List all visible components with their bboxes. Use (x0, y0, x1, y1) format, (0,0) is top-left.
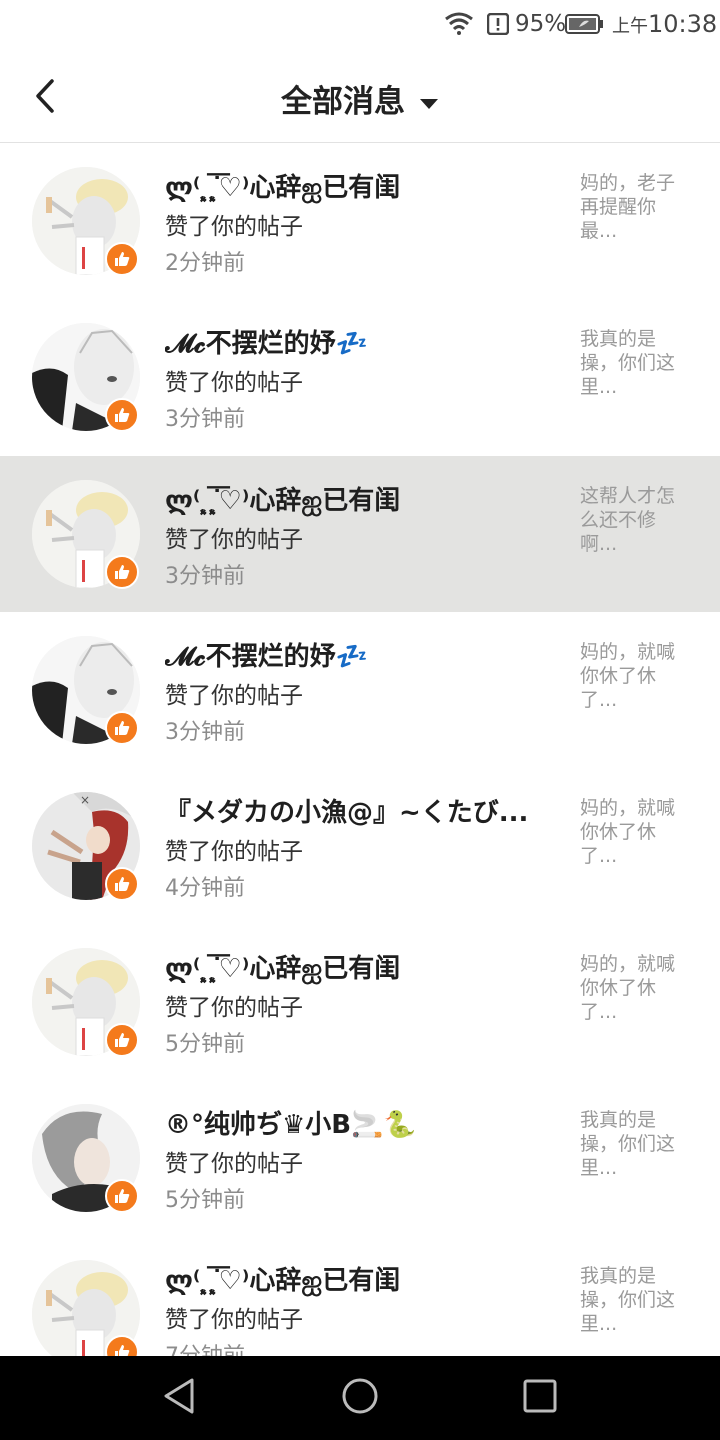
like-badge (105, 1179, 139, 1213)
alert-icon (487, 13, 509, 35)
battery-icon (565, 14, 603, 34)
svg-text:×: × (80, 793, 90, 807)
notification-row[interactable]: ლ⁽ ̨͓ ̨͓͘͞♡⁾心辞ஐ已有闺 赞了你的帖子 2分钟前 妈的，老子再提醒你… (0, 143, 720, 299)
notification-row[interactable]: 𝓜𝓬不摆烂的妤💤 赞了你的帖子 3分钟前 妈的，就喊你休了休了... (0, 612, 720, 768)
like-badge (105, 1023, 139, 1057)
header: 全部消息 (0, 50, 720, 143)
notification-list[interactable]: ლ⁽ ̨͓ ̨͓͘͞♡⁾心辞ஐ已有闺 赞了你的帖子 2分钟前 妈的，老子再提醒你… (0, 143, 720, 1356)
sender-name[interactable]: ლ⁽ ̨͓ ̨͓͘͞♡⁾心辞ஐ已有闺 (165, 167, 400, 206)
thumbs-up-icon (115, 721, 130, 735)
home-circle-icon[interactable] (340, 1376, 380, 1416)
sender-name[interactable]: ლ⁽ ̨͓ ̨͓͘͞♡⁾心辞ஐ已有闺 (165, 1260, 400, 1299)
like-badge (105, 242, 139, 276)
action-text: 赞了你的帖子 (165, 683, 303, 709)
timestamp: 4分钟前 (165, 876, 245, 901)
post-preview[interactable]: 我真的是操，你们这里... (580, 1108, 690, 1180)
sender-name[interactable]: ლ⁽ ̨͓ ̨͓͘͞♡⁾心辞ஐ已有闺 (165, 480, 400, 519)
sender-name[interactable]: 『メダカの小漁@』~くたび... (165, 792, 528, 829)
action-text: 赞了你的帖子 (165, 839, 303, 865)
like-badge (105, 555, 139, 589)
action-text: 赞了你的帖子 (165, 370, 303, 396)
sender-name[interactable]: 𝓜𝓬不摆烂的妤💤 (165, 636, 368, 673)
post-preview[interactable]: 我真的是操，你们这里... (580, 1264, 690, 1336)
battery-percent: 95% (515, 11, 567, 37)
sender-name[interactable]: 𝓜𝓬不摆烂的妤💤 (165, 323, 368, 360)
page-title: 全部消息 (281, 84, 405, 120)
notification-row[interactable]: ლ⁽ ̨͓ ̨͓͘͞♡⁾心辞ஐ已有闺 赞了你的帖子 3分钟前 这帮人才怎么还不修… (0, 456, 720, 612)
post-preview[interactable]: 我真的是操，你们这里... (580, 327, 690, 399)
notification-row[interactable]: ლ⁽ ̨͓ ̨͓͘͞♡⁾心辞ஐ已有闺 赞了你的帖子 7分钟前 我真的是操，你们这… (0, 1236, 720, 1356)
thumbs-up-icon (115, 252, 130, 266)
clock: 上午10:38 (612, 10, 718, 38)
sender-name[interactable]: ®°纯帅ぢ♛小B🚬🐍 (165, 1104, 416, 1141)
timestamp: 3分钟前 (165, 407, 245, 432)
thumbs-up-icon (115, 408, 130, 422)
thumbs-up-icon (115, 1189, 130, 1203)
action-text: 赞了你的帖子 (165, 214, 303, 240)
timestamp: 7分钟前 (165, 1338, 245, 1356)
post-preview[interactable]: 妈的，老子再提醒你最... (580, 171, 690, 243)
post-preview[interactable]: 妈的，就喊你休了休了... (580, 952, 690, 1024)
like-badge (105, 711, 139, 745)
sender-name[interactable]: ლ⁽ ̨͓ ̨͓͘͞♡⁾心辞ஐ已有闺 (165, 948, 400, 987)
title-dropdown[interactable]: 全部消息 (0, 76, 720, 121)
action-text: 赞了你的帖子 (165, 995, 303, 1021)
wifi-icon (445, 12, 473, 35)
action-text: 赞了你的帖子 (165, 1307, 303, 1333)
notification-row[interactable]: 𝓜𝓬不摆烂的妤💤 赞了你的帖子 3分钟前 我真的是操，你们这里... (0, 299, 720, 455)
like-badge (105, 867, 139, 901)
timestamp: 5分钟前 (165, 1032, 245, 1057)
timestamp: 5分钟前 (165, 1188, 245, 1213)
back-triangle-icon[interactable] (160, 1376, 200, 1416)
system-nav-bar (0, 1356, 720, 1440)
thumbs-up-icon (115, 1345, 130, 1356)
timestamp: 2分钟前 (165, 251, 245, 276)
like-badge (105, 398, 139, 432)
notification-row[interactable]: × 『メダカの小漁@』~くたび... 赞了你的帖子 4分钟前 妈的，就喊你休了休… (0, 768, 720, 924)
thumbs-up-icon (115, 1033, 130, 1047)
action-text: 赞了你的帖子 (165, 1151, 303, 1177)
post-preview[interactable]: 妈的，就喊你休了休了... (580, 796, 690, 868)
thumbs-up-icon (115, 565, 130, 579)
thumbs-up-icon (115, 877, 130, 891)
timestamp: 3分钟前 (165, 564, 245, 589)
notification-row[interactable]: ®°纯帅ぢ♛小B🚬🐍 赞了你的帖子 5分钟前 我真的是操，你们这里... (0, 1080, 720, 1236)
post-preview[interactable]: 这帮人才怎么还不修啊... (580, 484, 690, 556)
notification-row[interactable]: ლ⁽ ̨͓ ̨͓͘͞♡⁾心辞ஐ已有闺 赞了你的帖子 5分钟前 妈的，就喊你休了休… (0, 924, 720, 1080)
status-bar: 95% 上午10:38 (0, 0, 720, 50)
action-text: 赞了你的帖子 (165, 527, 303, 553)
recents-square-icon[interactable] (520, 1376, 560, 1416)
post-preview[interactable]: 妈的，就喊你休了休了... (580, 640, 690, 712)
caret-down-icon (420, 98, 438, 109)
timestamp: 3分钟前 (165, 720, 245, 745)
